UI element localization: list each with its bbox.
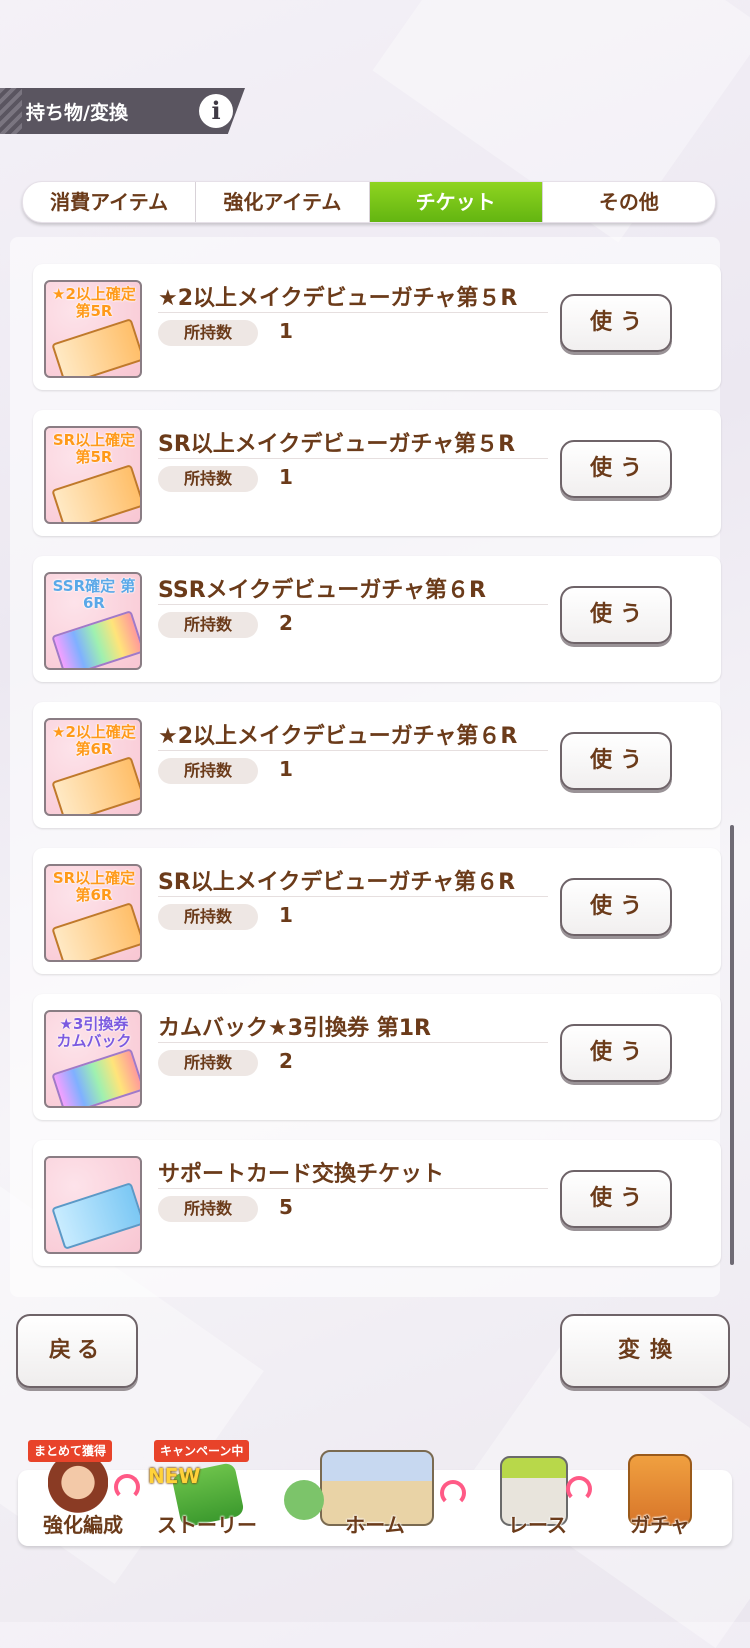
item-name: カムバック★3引換券 第1R: [158, 1016, 431, 1041]
use-button[interactable]: 使う: [560, 1024, 672, 1082]
ticket-icon: SR以上確定 第6R: [44, 864, 142, 962]
owned-count: 1: [279, 903, 293, 927]
ticket-icon-label: ★3引換券 カムバック: [56, 1015, 132, 1050]
list-item: ★2以上確定 第6R ★2以上メイクデビューガチャ第６R 所持数 1 使う: [33, 702, 721, 828]
nav-item-enhance[interactable]: まとめて獲得 強化編成: [18, 1440, 148, 1550]
owned-label: 所持数: [158, 612, 258, 638]
ticket-icon: ★3引換券 カムバック: [44, 1010, 142, 1108]
use-button[interactable]: 使う: [560, 1170, 672, 1228]
owned-label: 所持数: [158, 1050, 258, 1076]
item-name: SR以上メイクデビューガチャ第５R: [158, 432, 516, 457]
category-tabs: 消費アイテム 強化アイテム チケット その他: [22, 181, 716, 223]
item-name: サポートカード交換チケット: [158, 1162, 445, 1187]
owned-count: 1: [279, 319, 293, 343]
divider: [158, 896, 548, 897]
item-name: SSRメイクデビューガチャ第６R: [158, 578, 486, 603]
use-button[interactable]: 使う: [560, 440, 672, 498]
list-item: サポートカード交換チケット 所持数 5 使う: [33, 1140, 721, 1266]
ticket-graphic: [51, 1182, 140, 1250]
use-button[interactable]: 使う: [560, 878, 672, 936]
owned-count: 5: [279, 1195, 293, 1219]
nav-item-race[interactable]: レース: [480, 1440, 595, 1550]
owned-count: 1: [279, 757, 293, 781]
list-item: ★3引換券 カムバック カムバック★3引換券 第1R 所持数 2 使う: [33, 994, 721, 1120]
owned-label: 所持数: [158, 320, 258, 346]
tab-other[interactable]: その他: [543, 182, 715, 222]
nav-item-story[interactable]: キャンペーン中 NEW ストーリー: [148, 1440, 266, 1550]
ticket-graphic: [51, 902, 140, 960]
item-name: SR以上メイクデビューガチャ第６R: [158, 870, 516, 895]
divider: [158, 604, 548, 605]
tab-tickets[interactable]: チケット: [369, 182, 543, 222]
nav-tag-campaign: キャンペーン中: [154, 1440, 250, 1462]
info-icon[interactable]: i: [199, 94, 233, 128]
nav-label: 強化編成: [43, 1513, 123, 1537]
divider: [158, 312, 548, 313]
nav-label: レース: [508, 1513, 567, 1537]
new-badge: NEW: [148, 1464, 201, 1488]
use-button[interactable]: 使う: [560, 294, 672, 352]
owned-count: 2: [279, 1049, 293, 1073]
item-name: ★2以上メイクデビューガチャ第５R: [158, 286, 518, 311]
ticket-icon: SSR確定 第6R: [44, 572, 142, 670]
ticket-icon: ★2以上確定 第5R: [44, 280, 142, 378]
ticket-icon: SR以上確定 第5R: [44, 426, 142, 524]
list-item: SR以上確定 第6R SR以上メイクデビューガチャ第６R 所持数 1 使う: [33, 848, 721, 974]
item-name: ★2以上メイクデビューガチャ第６R: [158, 724, 518, 749]
ticket-graphic: [51, 318, 140, 376]
divider: [158, 1042, 548, 1043]
list-item: SR以上確定 第5R SR以上メイクデビューガチャ第５R 所持数 1 使う: [33, 410, 721, 536]
ticket-graphic: [51, 464, 140, 522]
ticket-icon-label: SR以上確定 第5R: [52, 431, 136, 466]
owned-label: 所持数: [158, 466, 258, 492]
divider: [158, 750, 548, 751]
ticket-icon-label: SR以上確定 第6R: [52, 869, 136, 904]
ticket-graphic: [51, 610, 140, 668]
tab-enhancement-items[interactable]: 強化アイテム: [196, 182, 370, 222]
back-button[interactable]: 戻る: [16, 1314, 138, 1388]
nav-label: ガチャ: [630, 1513, 690, 1537]
notification-icon: [114, 1474, 140, 1500]
ticket-icon-label: SSR確定 第6R: [52, 577, 136, 612]
nav-item-home[interactable]: ホーム: [280, 1440, 470, 1550]
owned-label: 所持数: [158, 758, 258, 784]
nav-item-gacha[interactable]: ガチャ: [600, 1440, 720, 1550]
divider: [158, 458, 548, 459]
nav-label: ホーム: [345, 1513, 405, 1537]
owned-label: 所持数: [158, 1196, 258, 1222]
owned-label: 所持数: [158, 904, 258, 930]
list-item: ★2以上確定 第5R ★2以上メイクデビューガチャ第５R 所持数 1 使う: [33, 264, 721, 390]
owned-count: 1: [279, 465, 293, 489]
exchange-button[interactable]: 変換: [560, 1314, 730, 1388]
ticket-icon-label: ★2以上確定 第5R: [52, 285, 136, 320]
use-button[interactable]: 使う: [560, 732, 672, 790]
nav-tag-collect: まとめて獲得: [28, 1440, 113, 1462]
notification-icon: [440, 1480, 466, 1506]
owned-count: 2: [279, 611, 293, 635]
page-title: 持ち物/変換: [26, 102, 128, 124]
ticket-graphic: [51, 756, 140, 814]
nav-label: ストーリー: [157, 1513, 257, 1537]
list-scrollbar[interactable]: [730, 825, 734, 1265]
ticket-icon: ★2以上確定 第6R: [44, 718, 142, 816]
ticket-icon-label: ★2以上確定 第6R: [52, 723, 136, 758]
notification-icon: [566, 1476, 592, 1502]
tab-consumables[interactable]: 消費アイテム: [23, 182, 197, 222]
ticket-graphic: [51, 1048, 140, 1106]
ticket-icon: [44, 1156, 142, 1254]
list-item: SSR確定 第6R SSRメイクデビューガチャ第６R 所持数 2 使う: [33, 556, 721, 682]
use-button[interactable]: 使う: [560, 586, 672, 644]
divider: [158, 1188, 548, 1189]
